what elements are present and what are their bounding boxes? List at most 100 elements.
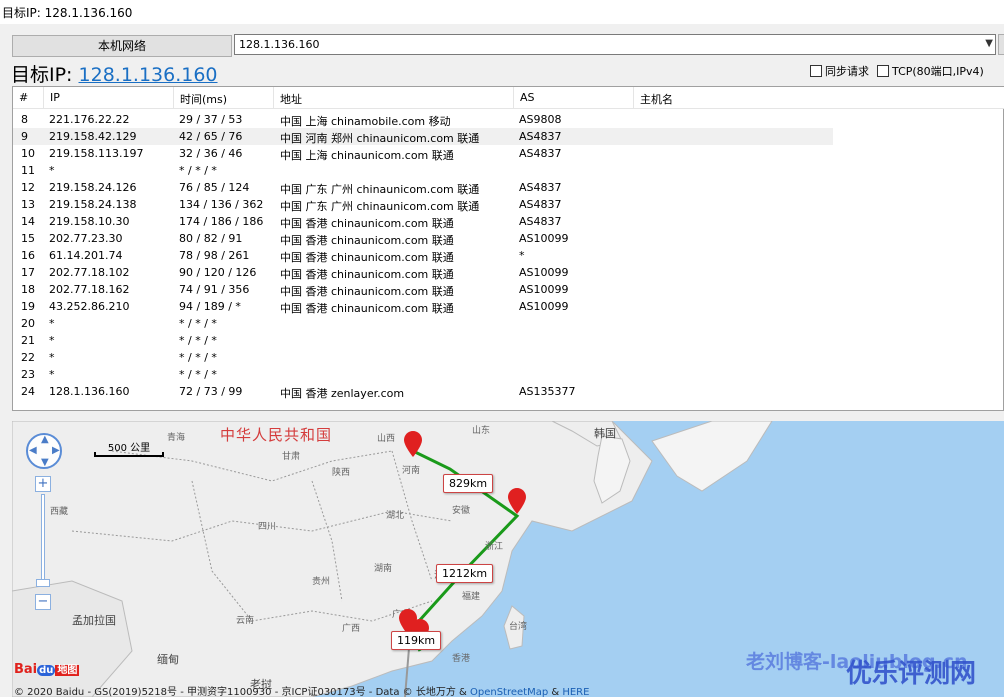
map-scale: 500 公里 xyxy=(94,439,164,459)
table-cell-time: 29 / 37 / 53 xyxy=(179,113,243,126)
region-label: 山东 xyxy=(472,426,491,436)
chevron-down-icon[interactable]: ▼ xyxy=(985,38,993,49)
table-row[interactable]: 11 * * / * / * xyxy=(13,162,833,179)
extra-button[interactable] xyxy=(998,34,1004,55)
local-network-button[interactable]: 本机网络 xyxy=(12,35,232,57)
table-row[interactable]: 16 61.14.201.74 78 / 98 / 261 中国 香港 chinaun… xyxy=(13,247,833,264)
region-label: 台湾 xyxy=(509,622,528,632)
table-cell-addr: 中国 香港 zenlayer.com xyxy=(280,387,405,400)
zoom-control[interactable]: + − xyxy=(35,476,51,610)
target-ip-heading: 目标IP: 128.1.136.160 xyxy=(11,60,218,87)
pan-left-icon[interactable]: ◀ xyxy=(29,445,37,456)
checkbox-icon[interactable] xyxy=(877,65,889,77)
region-label: 甘肃 xyxy=(282,452,301,462)
table-row[interactable]: 9 219.158.42.129 42 / 65 / 76 中国 河南 郑州 chin… xyxy=(13,128,833,145)
zoom-thumb[interactable] xyxy=(36,579,50,587)
table-cell-addr: 中国 河南 郑州 chinaunicom.com 联通 xyxy=(280,132,480,145)
baidu-logo-text: Bai xyxy=(14,662,38,677)
zoom-track[interactable] xyxy=(41,494,45,586)
table-row[interactable]: 8 221.176.22.22 29 / 37 / 53 中国 上海 chinamob… xyxy=(13,111,833,128)
table-cell-time: 42 / 65 / 76 xyxy=(179,130,243,143)
table-row[interactable]: 12 219.158.24.126 76 / 85 / 124 中国 广东 广州 ch… xyxy=(13,179,833,196)
table-row[interactable]: 19 43.252.86.210 94 / 189 / * 中国 香港 chinaun… xyxy=(13,298,833,315)
pan-up-icon[interactable]: ▲ xyxy=(41,434,49,445)
table-cell-ip: * xyxy=(49,368,55,381)
table-cell-hop: 20 xyxy=(21,317,35,330)
copyright-amp: & xyxy=(548,687,563,697)
country-label-myanmar: 缅甸 xyxy=(157,653,179,666)
region-label: 湖南 xyxy=(374,564,393,574)
pan-right-icon[interactable]: ▶ xyxy=(52,445,60,456)
table-cell-ip: * xyxy=(49,351,55,364)
table-cell-as: AS4837 xyxy=(519,130,562,143)
route-map[interactable]: ▲ ▼ ◀ ▶ + − 500 公里 中华人民共和国 韩国 青海 甘肃 山西 山… xyxy=(12,421,1004,697)
baidu-map-text: 地图 xyxy=(55,665,80,676)
table-cell-as: AS135377 xyxy=(519,385,576,398)
window-title: 目标IP: 128.1.136.160 xyxy=(0,0,1004,24)
table-cell-hop: 15 xyxy=(21,232,35,245)
region-label: 广西 xyxy=(342,624,361,634)
table-cell-time: * / * / * xyxy=(179,351,217,364)
tcp-mode-checkbox[interactable]: TCP(80端口,IPv4) xyxy=(877,63,984,79)
table-cell-addr: 中国 香港 chinaunicom.com 联通 xyxy=(280,268,454,281)
here-link[interactable]: HERE xyxy=(562,687,589,697)
trace-table: # IP 时间(ms) 地址 AS 主机名 8 221.176.22.22 29 /… xyxy=(12,86,1004,411)
table-cell-hop: 14 xyxy=(21,215,35,228)
table-cell-time: 76 / 85 / 124 xyxy=(179,181,250,194)
baidu-du-text: du xyxy=(37,665,56,676)
table-row[interactable]: 10 219.158.113.197 32 / 36 / 46 中国 上海 china… xyxy=(13,145,833,162)
table-cell-ip: 61.14.201.74 xyxy=(49,249,123,262)
ip-input-combo[interactable]: 128.1.136.160 ▼ xyxy=(234,34,996,55)
table-cell-time: 174 / 186 / 186 xyxy=(179,215,264,228)
table-cell-time: 94 / 189 / * xyxy=(179,300,241,313)
table-cell-as: AS9808 xyxy=(519,113,562,126)
region-label: 湖北 xyxy=(386,511,405,521)
table-cell-time: 78 / 98 / 261 xyxy=(179,249,250,262)
table-cell-as: AS4837 xyxy=(519,215,562,228)
target-ip-link[interactable]: 128.1.136.160 xyxy=(79,64,218,86)
map-copyright: © 2020 Baidu - GS(2019)5218号 - 甲测资字11009… xyxy=(14,683,589,697)
column-header-as[interactable]: AS xyxy=(513,87,535,109)
column-header-address[interactable]: 地址 xyxy=(273,87,302,109)
pan-down-icon[interactable]: ▼ xyxy=(41,457,49,468)
table-row[interactable]: 21 * * / * / * xyxy=(13,332,833,349)
column-header-time[interactable]: 时间(ms) xyxy=(173,87,227,109)
table-cell-ip: 202.77.23.30 xyxy=(49,232,123,245)
region-label: 安徽 xyxy=(452,506,471,516)
map-pan-control[interactable]: ▲ ▼ ◀ ▶ xyxy=(26,433,62,469)
copyright-text: © 2020 Baidu - GS(2019)5218号 - 甲测资字11009… xyxy=(14,687,470,697)
region-label: 浙江 xyxy=(485,542,504,552)
table-row[interactable]: 18 202.77.18.162 74 / 91 / 356 中国 香港 chinau… xyxy=(13,281,833,298)
table-cell-ip: 219.158.113.197 xyxy=(49,147,144,160)
sync-request-checkbox[interactable]: 同步请求 xyxy=(810,63,869,79)
column-header-hostname[interactable]: 主机名 xyxy=(633,87,673,109)
table-row[interactable]: 17 202.77.18.102 90 / 120 / 126 中国 香港 china… xyxy=(13,264,833,281)
osm-link[interactable]: OpenStreetMap xyxy=(470,687,548,697)
table-cell-ip: 202.77.18.102 xyxy=(49,266,130,279)
table-cell-addr: 中国 上海 chinamobile.com 移动 xyxy=(280,115,451,128)
zoom-out-button[interactable]: − xyxy=(35,594,51,610)
zoom-in-button[interactable]: + xyxy=(35,476,51,492)
table-cell-addr: 中国 广东 广州 chinaunicom.com 联通 xyxy=(280,183,480,196)
map-pin-icon[interactable] xyxy=(508,488,526,514)
table-row[interactable]: 20 * * / * / * xyxy=(13,315,833,332)
table-cell-as: AS10099 xyxy=(519,232,569,245)
table-cell-hop: 19 xyxy=(21,300,35,313)
region-label: 贵州 xyxy=(312,577,331,587)
region-label: 西藏 xyxy=(50,507,69,517)
table-row[interactable]: 13 219.158.24.138 134 / 136 / 362 中国 广东 广州 … xyxy=(13,196,833,213)
column-header-hop[interactable]: # xyxy=(13,91,28,104)
table-row[interactable]: 24 128.1.136.160 72 / 73 / 99 中国 香港 zenlaye… xyxy=(13,383,833,400)
map-pin-icon[interactable] xyxy=(404,431,422,457)
table-row[interactable]: 22 * * / * / * xyxy=(13,349,833,366)
table-cell-as: AS10099 xyxy=(519,300,569,313)
table-row[interactable]: 23 * * / * / * xyxy=(13,366,833,383)
table-cell-hop: 22 xyxy=(21,351,35,364)
column-header-ip[interactable]: IP xyxy=(43,87,60,109)
table-row[interactable]: 15 202.77.23.30 80 / 82 / 91 中国 香港 chinauni… xyxy=(13,230,833,247)
checkbox-icon[interactable] xyxy=(810,65,822,77)
baidu-logo: Bai du 地图 xyxy=(14,661,80,677)
region-label: 河南 xyxy=(402,466,421,476)
table-row[interactable]: 14 219.158.10.30 174 / 186 / 186 中国 香港 chin… xyxy=(13,213,833,230)
distance-label: 119km xyxy=(391,631,442,650)
